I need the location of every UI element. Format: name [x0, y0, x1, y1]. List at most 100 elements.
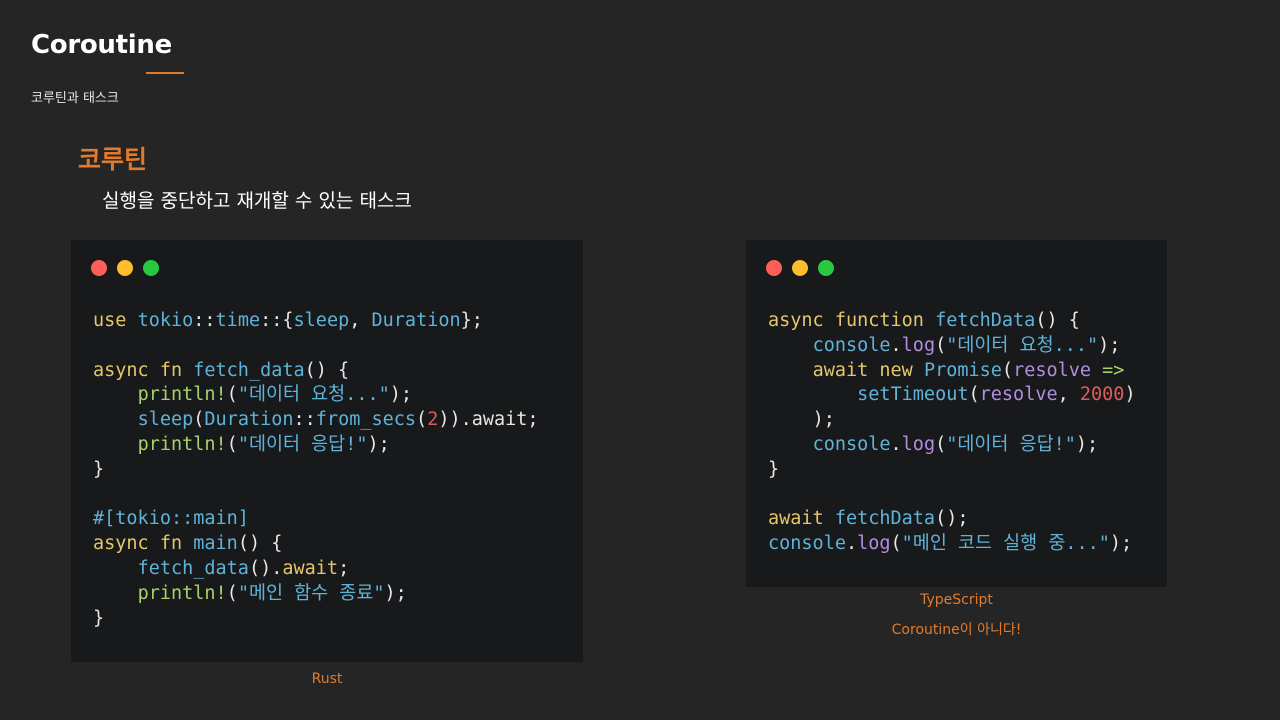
code-token: (	[890, 533, 902, 555]
code-token: (	[968, 384, 980, 406]
code-token: (	[226, 433, 238, 455]
code-token: console	[768, 533, 846, 555]
code-token: log	[901, 433, 936, 455]
code-token: ,	[1057, 384, 1080, 406]
code-token: .	[890, 433, 902, 455]
code-token: () {	[1035, 310, 1080, 331]
code-token: println!	[137, 582, 227, 604]
window-controls	[766, 260, 834, 276]
code-token: }	[93, 458, 105, 480]
code-token: console	[812, 433, 891, 455]
minimize-dot-icon	[117, 260, 133, 276]
code-line: console.log("데이터 요청...");	[768, 334, 1136, 359]
code-token: );	[1109, 533, 1133, 555]
code-token: ;	[338, 557, 350, 579]
code-token: async fn	[93, 533, 194, 555]
code-line: #[tokio::main]	[93, 507, 539, 532]
code-token: );	[1098, 334, 1121, 356]
code-token: ,	[349, 310, 372, 331]
code-token: fetch_data	[137, 557, 249, 579]
code-token: Promise	[923, 359, 1002, 381]
code-line: );	[768, 408, 1136, 433]
code-token: "데이터 응답!"	[237, 433, 368, 455]
code-token: }	[93, 607, 105, 629]
code-token: ::	[193, 310, 216, 331]
ts-caption: TypeScript	[920, 592, 993, 608]
code-line: println!("메인 함수 종료");	[93, 582, 539, 607]
code-token: setTimeout	[857, 384, 969, 406]
code-line: sleep(Duration::from_secs(2)).await;	[93, 408, 539, 433]
code-line: await fetchData();	[768, 507, 1136, 532]
code-line: console.log("데이터 응답!");	[768, 433, 1136, 458]
code-token: await new	[812, 359, 924, 381]
rust-caption: Rust	[311, 671, 343, 687]
code-token: );	[389, 384, 413, 406]
code-line: println!("데이터 응답!");	[93, 433, 539, 458]
slide-title: Coroutine	[31, 30, 172, 60]
code-line: println!("데이터 요청...");	[93, 383, 539, 408]
code-token: #[tokio::main]	[93, 508, 249, 530]
ts-code-window: async function fetchData() { console.log…	[746, 240, 1167, 587]
code-token: "데이터 응답!"	[946, 433, 1076, 455]
code-line: await new Promise(resolve =>	[768, 359, 1136, 384]
maximize-dot-icon	[818, 260, 834, 276]
code-line: fetch_data().await;	[93, 557, 539, 582]
code-token: ();	[935, 508, 969, 530]
close-dot-icon	[91, 260, 107, 276]
code-token: time	[215, 310, 261, 331]
code-token: sleep	[137, 409, 194, 431]
code-token: );	[367, 433, 390, 455]
code-token: (	[416, 409, 428, 431]
code-token: log	[901, 334, 936, 356]
code-token: )	[1124, 384, 1136, 406]
code-token: );	[812, 409, 835, 431]
code-token: fetchData	[935, 310, 1036, 331]
code-token: console	[812, 334, 891, 356]
code-token: =>	[1091, 359, 1125, 381]
code-token: );	[1075, 433, 1099, 455]
code-token: ::	[293, 409, 316, 431]
code-token: (	[1001, 359, 1014, 381]
code-token: Duration	[204, 409, 294, 431]
code-token: )).await;	[438, 409, 539, 431]
code-token: println!	[137, 433, 227, 455]
code-line: async fn fetch_data() {	[93, 359, 539, 384]
section-description: 실행을 중단하고 재개할 수 있는 태스크	[102, 190, 412, 212]
rust-code-block: use tokio::time::{sleep, Duration};async…	[93, 309, 539, 631]
code-token: 2	[427, 409, 439, 431]
code-token: await	[282, 557, 339, 579]
code-token: (	[935, 334, 947, 356]
code-line: use tokio::time::{sleep, Duration};	[93, 309, 539, 334]
code-token: (	[226, 384, 238, 406]
code-token: (	[193, 409, 205, 431]
code-token: (	[935, 433, 947, 455]
code-line: }	[768, 458, 1136, 483]
code-token: Duration	[371, 310, 461, 331]
code-line: }	[93, 607, 539, 632]
code-token: ().	[248, 557, 283, 579]
code-token: async fn	[93, 359, 194, 381]
code-token: from_secs	[315, 409, 417, 431]
code-token: ::{	[260, 310, 294, 331]
code-token: "메인 함수 종료"	[237, 582, 385, 604]
code-token: () {	[304, 359, 350, 381]
code-token: await	[768, 508, 835, 530]
code-token: () {	[237, 533, 283, 555]
code-token: .	[890, 334, 902, 356]
code-token: main	[193, 533, 238, 555]
minimize-dot-icon	[792, 260, 808, 276]
code-token: resolve	[979, 384, 1058, 406]
slide-subtitle: 코루틴과 태스크	[31, 91, 119, 106]
code-token: log	[857, 533, 891, 555]
code-token: };	[460, 310, 483, 331]
ts-code-block: async function fetchData() { console.log…	[768, 309, 1136, 557]
code-token: "데이터 요청..."	[946, 334, 1099, 356]
